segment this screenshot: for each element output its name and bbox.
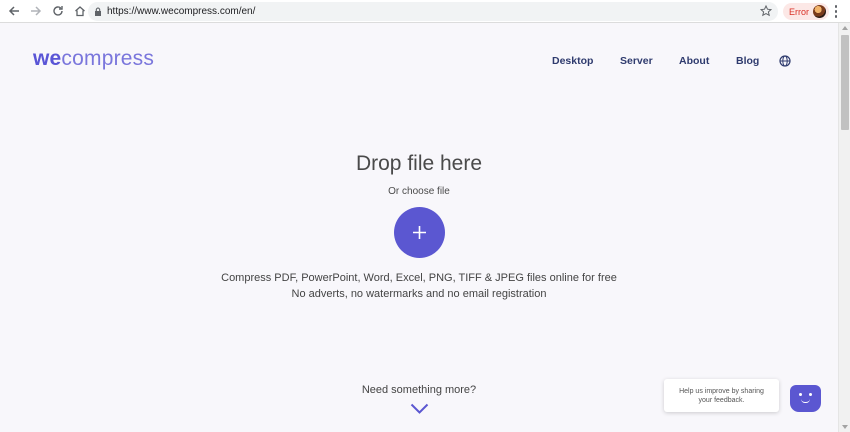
arrow-right-icon [31,6,42,16]
choose-file-label[interactable]: Or choose file [0,186,838,197]
scroll-down-icon[interactable] [842,425,848,429]
drop-title: Drop file here [355,152,483,175]
home-icon [75,6,85,17]
plus-icon [413,226,426,239]
forward-button[interactable] [26,1,46,21]
bookmark-star-icon[interactable] [760,5,772,17]
url-text: https://www.wecompress.com/en/ [107,6,256,17]
feedback-line-1: Help us improve by sharing [679,387,764,395]
add-file-button[interactable] [394,207,445,258]
scroll-thumb[interactable] [841,35,849,130]
browser-menu-icon[interactable] [832,4,840,19]
nav-server-link[interactable]: Server [620,55,653,67]
reload-icon [53,6,63,16]
nav-blog-link[interactable]: Blog [736,55,759,67]
page-scrollbar[interactable] [838,23,850,432]
feedback-prompt[interactable]: Help us improve by sharing your feedback… [664,379,779,412]
lock-icon [95,7,101,16]
home-button[interactable] [70,1,90,21]
nav-about-link[interactable]: About [679,55,709,67]
address-bar[interactable]: https://www.wecompress.com/en/ [88,2,778,21]
avatar [813,5,826,18]
profile-error-chip[interactable]: Error [783,3,829,20]
back-button[interactable] [4,1,24,21]
description-line-2: No adverts, no watermarks and no email r… [291,288,547,300]
scroll-up-icon[interactable] [842,26,848,30]
chevron-down-icon[interactable] [410,403,429,415]
main-navigation: Desktop Server About Blog [0,55,838,69]
arrow-left-icon [8,6,19,16]
feedback-line-2: your feedback. [698,396,745,404]
reload-button[interactable] [48,1,68,21]
error-label: Error [789,6,809,17]
browser-toolbar: https://www.wecompress.com/en/ Error [0,0,850,23]
chatbot-face-icon[interactable] [790,385,821,412]
nav-desktop-link[interactable]: Desktop [552,55,593,67]
globe-icon[interactable] [779,55,791,67]
description-line-1: Compress PDF, PowerPoint, Word, Excel, P… [221,272,617,284]
